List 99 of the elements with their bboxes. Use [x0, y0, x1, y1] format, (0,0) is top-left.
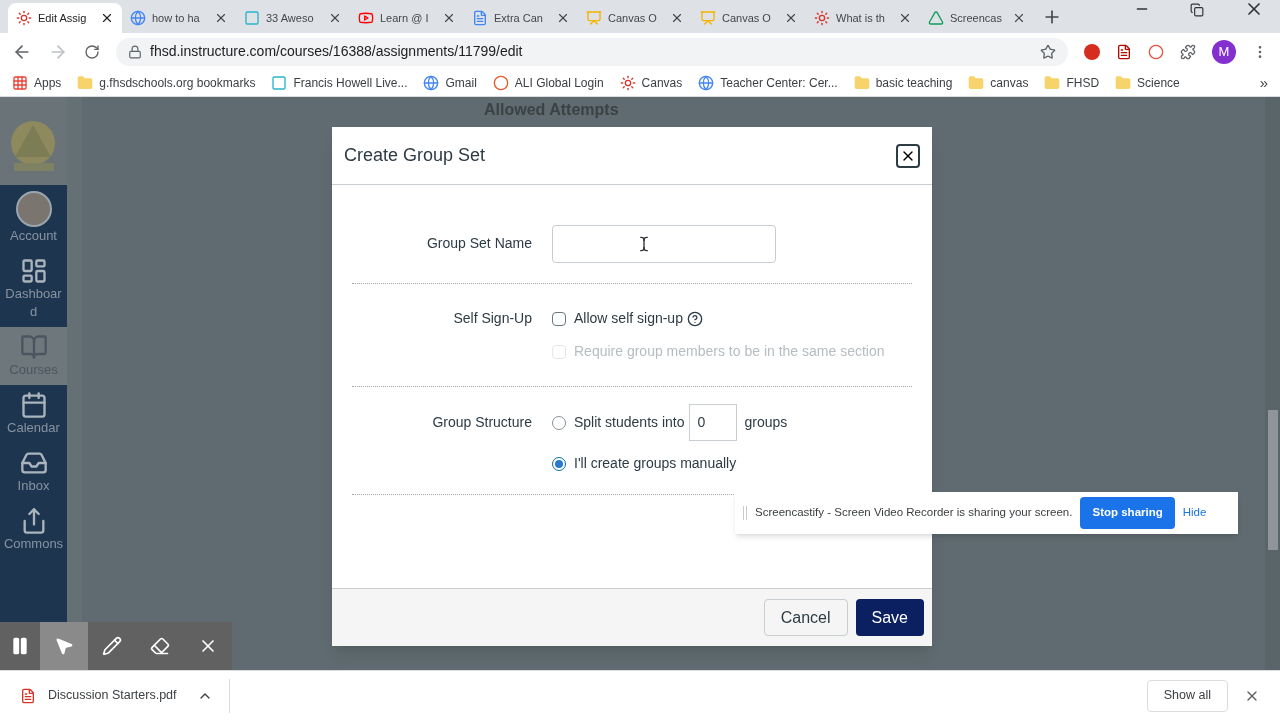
dialog-title: Create Group Set [344, 144, 486, 167]
book-icon [19, 333, 48, 361]
save-button[interactable]: Save [855, 599, 924, 636]
groups-text: groups [744, 413, 788, 432]
document-icon [472, 10, 488, 26]
folder-icon [1044, 75, 1061, 91]
lock-icon [128, 44, 142, 59]
folder-icon [77, 75, 94, 91]
sun-icon [814, 10, 830, 26]
bookmark-link[interactable]: basic teaching [853, 74, 953, 92]
square-icon [244, 10, 260, 26]
star-icon[interactable] [1040, 43, 1056, 60]
radio-label: I'll create groups manually [574, 454, 737, 473]
checkbox-label: Require group members to be in the same section [574, 342, 885, 361]
ring-icon[interactable] [1148, 43, 1164, 60]
cancel-button[interactable]: Cancel [763, 599, 848, 636]
bookmark-link[interactable]: Apps [12, 74, 62, 92]
bookmark-link[interactable]: Francis Howell Live... [271, 74, 408, 92]
show-all-button[interactable]: Show all [1146, 679, 1228, 712]
calendar-icon [19, 391, 48, 419]
square-icon [271, 75, 288, 91]
nav-item[interactable]: Commons [0, 501, 67, 559]
hide-link[interactable]: Hide [1182, 504, 1207, 522]
browser-tab[interactable]: Canvas O [578, 3, 692, 33]
nav-item[interactable]: Dashboard [0, 251, 67, 327]
triangle-icon [928, 10, 944, 26]
slides-icon [586, 10, 602, 26]
bookmark-link[interactable]: ALI Global Login [492, 74, 604, 92]
reload-icon[interactable] [84, 43, 100, 60]
close-icon[interactable] [442, 11, 456, 25]
sharing-message: Screencastify - Screen Video Recorder is sharing your screen. [755, 505, 1073, 521]
browser-tab[interactable]: Learn @ I [350, 3, 464, 33]
pointer-icon [54, 636, 74, 656]
pencil-icon [102, 636, 122, 656]
slides-icon [700, 10, 716, 26]
document-icon[interactable] [1116, 43, 1132, 60]
field-label: Group Set Name [425, 234, 532, 253]
dashboard-icon [19, 257, 48, 285]
nav-item[interactable]: Calendar [0, 385, 67, 443]
download-item[interactable]: Discussion Starters.pdf [20, 678, 230, 713]
globe-icon [698, 75, 715, 91]
bookmark-link[interactable]: Gmail [423, 74, 477, 92]
bookmark-link[interactable]: g.fhsdschools.org bookmarks [77, 74, 256, 92]
browser-tab[interactable]: Extra Can [464, 3, 578, 33]
close-icon[interactable] [784, 11, 798, 25]
group-count-field[interactable]: 0 [688, 404, 737, 441]
close-button[interactable] [896, 143, 920, 168]
pause-icon [10, 636, 30, 656]
bookmark-link[interactable]: Canvas [619, 74, 683, 92]
checkbox[interactable] [552, 311, 566, 326]
browser-tab[interactable]: Canvas O [692, 3, 806, 33]
globe-icon [130, 10, 146, 26]
close-icon[interactable] [214, 11, 228, 25]
browser-tab[interactable]: 33 Aweso [236, 3, 350, 33]
nav-item[interactable]: Inbox [0, 443, 67, 501]
stop-sharing-button[interactable]: Stop sharing [1080, 497, 1175, 529]
close-icon[interactable] [100, 11, 114, 25]
profile-avatar[interactable]: M [1212, 39, 1236, 64]
field-label: Group Structure [431, 413, 532, 432]
close-icon[interactable] [670, 11, 684, 25]
folder-icon [853, 75, 870, 91]
browser-tab[interactable]: Screencas [920, 3, 1034, 33]
bookmark-link[interactable]: canvas [968, 74, 1029, 92]
bookmark-link[interactable]: Science [1115, 74, 1180, 92]
help-icon[interactable] [686, 310, 703, 327]
tool-button[interactable] [40, 622, 88, 670]
stop-sign-icon[interactable] [1084, 43, 1100, 60]
drag-handle-icon[interactable] [743, 506, 747, 520]
radio-label: Split students into [574, 413, 685, 432]
ring-icon [492, 75, 509, 91]
bookmark-link[interactable]: Teacher Center: Cer... [698, 74, 838, 92]
nav-item[interactable]: Account [0, 185, 67, 251]
url-text: fhsd.instructure.com/courses/16388/assignments/11799/edit [150, 42, 524, 61]
bookmark-link[interactable]: FHSD [1044, 74, 1100, 92]
avatar-icon [15, 191, 52, 227]
sun-icon [619, 75, 636, 91]
close-icon[interactable] [328, 11, 342, 25]
globe-icon [423, 75, 440, 91]
eraser-icon [150, 636, 170, 656]
name-input-field[interactable] [552, 225, 776, 263]
field-label: Self Sign-Up [452, 309, 532, 328]
folder-icon [968, 75, 985, 91]
browser-tab[interactable]: What is th [806, 3, 920, 33]
restore-icon[interactable] [1190, 3, 1204, 17]
browser-tab[interactable]: how to ha [122, 3, 236, 33]
apps-icon [12, 75, 28, 91]
checkbox-label: Allow self sign-up [574, 309, 683, 328]
address-field[interactable]: fhsd.instructure.com/courses/16388/assignments/11799/edit [116, 37, 1068, 66]
scrollbar-thumb[interactable] [1267, 410, 1278, 550]
folder-icon [1115, 75, 1132, 91]
play-icon [358, 10, 374, 26]
browser-tab[interactable]: Edit Assig [8, 3, 122, 33]
pdf-icon [20, 687, 36, 704]
sun-icon [16, 10, 32, 26]
close-icon[interactable] [1012, 11, 1026, 25]
close-icon[interactable] [898, 11, 912, 25]
more-bookmarks-button[interactable]: » [1259, 71, 1268, 95]
extensions-icon[interactable] [1180, 43, 1196, 60]
close-icon[interactable] [556, 11, 570, 25]
